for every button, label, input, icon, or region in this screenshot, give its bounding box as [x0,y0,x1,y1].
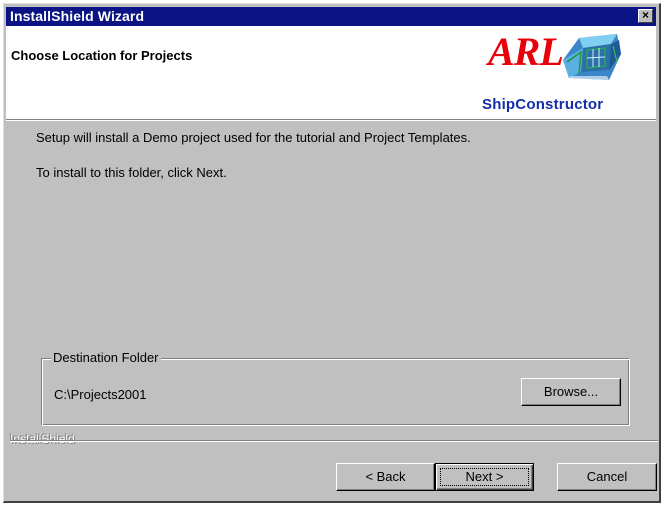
next-button[interactable]: Next > [435,463,534,491]
focus-rectangle [440,468,529,486]
footer-divider [10,440,658,442]
logo-brand-text: ARL [488,29,564,74]
page-title: Choose Location for Projects [11,48,193,63]
instruction-line-2: To install to this folder, click Next. [36,165,227,180]
destination-folder-group: Destination Folder C:\Projects2001 Brows… [41,350,630,426]
instruction-line-1: Setup will install a Demo project used f… [36,130,471,145]
cancel-button[interactable]: Cancel [557,463,657,491]
destination-path: C:\Projects2001 [54,387,147,402]
close-button[interactable]: × [638,9,653,23]
browse-button-label: Browse... [543,384,599,399]
cancel-button-label: Cancel [586,469,628,484]
header-divider [6,119,656,121]
title-bar[interactable]: InstallShield Wizard × [6,7,656,26]
installshield-brand-label: InstallShield [10,432,79,446]
close-icon: × [641,8,649,22]
logo-product-text: ShipConstructor [482,96,604,113]
destination-folder-label: Destination Folder [51,350,161,365]
back-button[interactable]: < Back [336,463,435,491]
installshield-wizard-window: InstallShield Wizard × Choose Location f… [3,3,661,503]
wizard-header: Choose Location for Projects ARL ShipCon… [6,26,656,119]
browse-button[interactable]: Browse... [521,378,621,406]
ship-model-icon [563,34,621,80]
back-button-label: < Back [365,469,406,484]
arl-shipconstructor-logo: ARL ShipConstructor [482,26,656,119]
window-title: InstallShield Wizard [10,8,145,24]
